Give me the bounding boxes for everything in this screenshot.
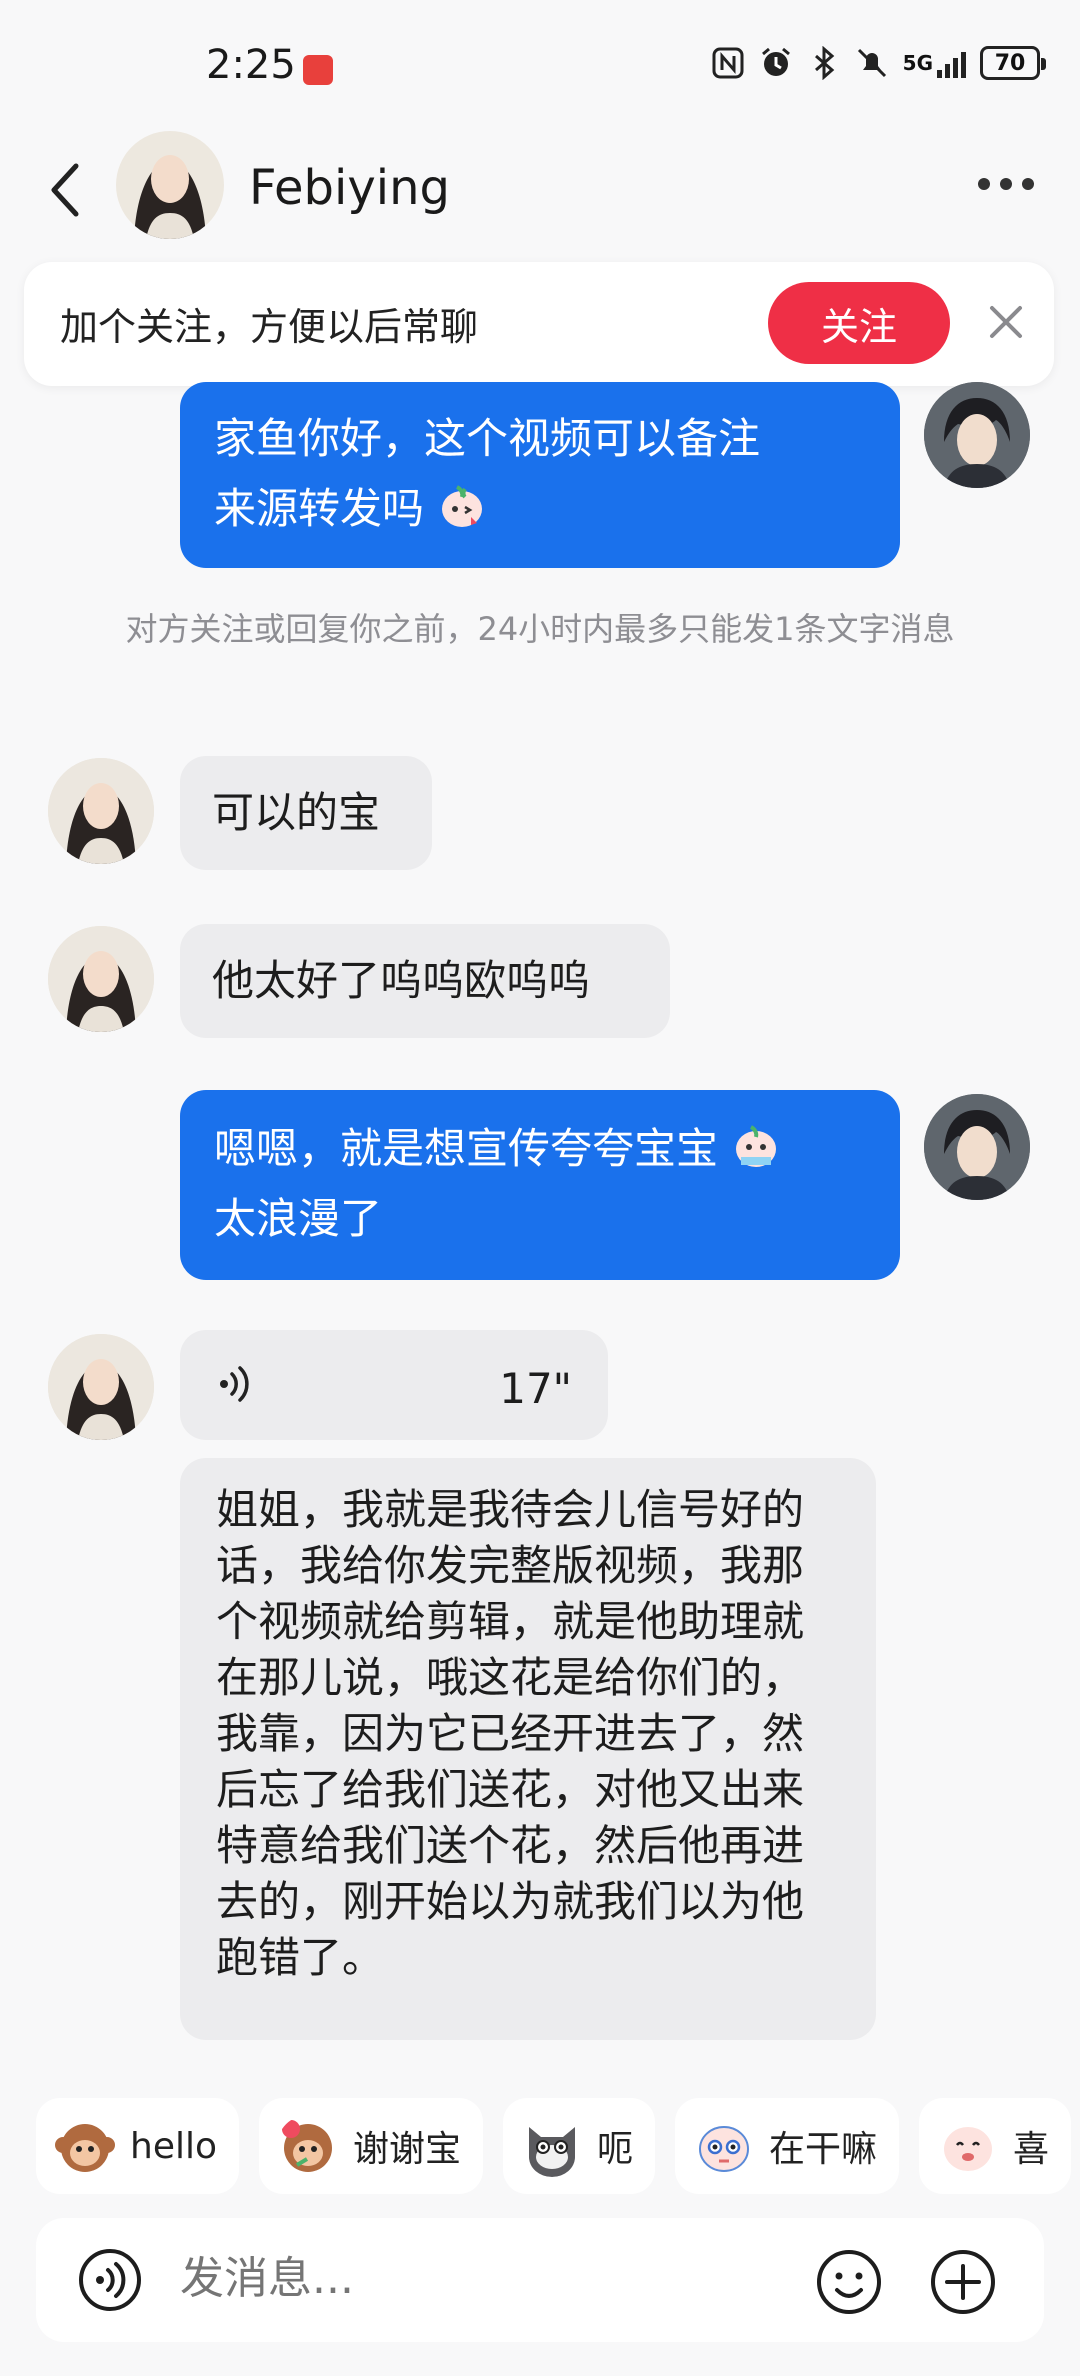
quick-reply-chip[interactable]: 呃 (503, 2098, 656, 2194)
my-avatar[interactable] (924, 1094, 1030, 1200)
message-text: 家鱼你好，这个视频可以备注 (214, 414, 761, 463)
voice-duration: 17" (499, 1364, 572, 1413)
monkey-emoji-icon (55, 2124, 115, 2172)
battery-icon: 70 (980, 46, 1046, 80)
quick-reply-chip[interactable]: 在干嘛 (675, 2098, 900, 2194)
quick-reply-label: 谢谢宝 (353, 2129, 462, 2170)
follow-banner-text: 加个关注，方便以后常聊 (60, 305, 479, 349)
quick-reply-label: 喜 (1013, 2129, 1050, 2170)
back-icon[interactable] (46, 160, 86, 220)
contact-avatar[interactable] (48, 758, 154, 864)
voice-message[interactable]: 17" (180, 1330, 608, 1440)
message-input[interactable] (178, 2252, 742, 2305)
peach-emoji-icon (699, 2126, 750, 2172)
voice-wave-icon (220, 1366, 249, 1402)
outgoing-message[interactable]: 嗯嗯，就是想宣传夸夸宝宝 太浪漫了 (180, 1090, 900, 1280)
network-label: 5G (902, 51, 933, 75)
peach-cry-emoji-icon (736, 1125, 777, 1167)
app-badge-icon (303, 55, 333, 85)
my-avatar[interactable] (924, 382, 1030, 488)
incoming-message[interactable]: 可以的宝 (180, 756, 432, 870)
status-icons: 5G 70 (711, 46, 1046, 80)
nfc-icon (712, 47, 744, 79)
alarm-icon (761, 47, 790, 76)
plus-icon[interactable] (929, 2248, 997, 2316)
outgoing-message[interactable]: 家鱼你好，这个视频可以备注 来源转发吗 (180, 382, 900, 568)
more-options-icon[interactable] (978, 178, 1034, 190)
signal-icon (937, 48, 966, 78)
message-text: 来源转发吗 (214, 484, 425, 533)
contact-avatar[interactable] (116, 131, 224, 239)
message-text: 太浪漫了 (214, 1194, 383, 1243)
cat-emoji-icon (529, 2127, 576, 2177)
contact-avatar[interactable] (48, 926, 154, 1032)
emoji-icon[interactable] (815, 2248, 883, 2316)
quick-reply-label: 在干嘛 (769, 2129, 878, 2170)
bluetooth-icon (814, 46, 834, 80)
quick-reply-chip[interactable]: 谢谢宝 (259, 2098, 484, 2194)
quick-reply-chip[interactable]: hello (36, 2098, 239, 2194)
message-text: 嗯嗯，就是想宣传夸夸宝宝 (214, 1124, 719, 1173)
mute-bell-icon (857, 48, 886, 78)
battery-level: 70 (994, 50, 1026, 76)
monkey-flower-emoji-icon (282, 2120, 332, 2172)
follow-button[interactable]: 关注 (768, 282, 950, 364)
voice-transcript[interactable]: 姐姐，我就是我待会儿信号好的话，我给你发完整版视频，我那个视频就给剪辑，就是他助… (180, 1458, 876, 2040)
close-icon[interactable] (986, 302, 1026, 342)
quick-reply-chip[interactable]: 喜 (919, 2098, 1072, 2194)
quick-reply-label: hello (130, 2125, 217, 2167)
incoming-message[interactable]: 他太好了呜呜欧呜呜 (180, 924, 670, 1038)
peach-happy-emoji-icon (944, 2127, 993, 2171)
message-text: 他太好了呜呜欧呜呜 (212, 956, 591, 1005)
quick-reply-label: 呃 (597, 2129, 634, 2170)
send-limit-notice: 对方关注或回复你之前，24小时内最多只能发1条文字消息 (125, 610, 955, 648)
voice-input-icon[interactable] (78, 2248, 142, 2312)
transcript-text: 姐姐，我就是我待会儿信号好的话，我给你发完整版视频，我那个视频就给剪辑，就是他助… (216, 1485, 805, 1982)
contact-avatar[interactable] (48, 1334, 154, 1440)
message-text: 可以的宝 (212, 788, 381, 837)
peach-kiss-emoji-icon (442, 485, 483, 527)
status-time: 2:25 (206, 42, 296, 88)
quick-reply-bar: hello 谢谢宝 呃 在干嘛 喜 (36, 2098, 1072, 2194)
contact-name[interactable]: Febiying (249, 160, 450, 216)
